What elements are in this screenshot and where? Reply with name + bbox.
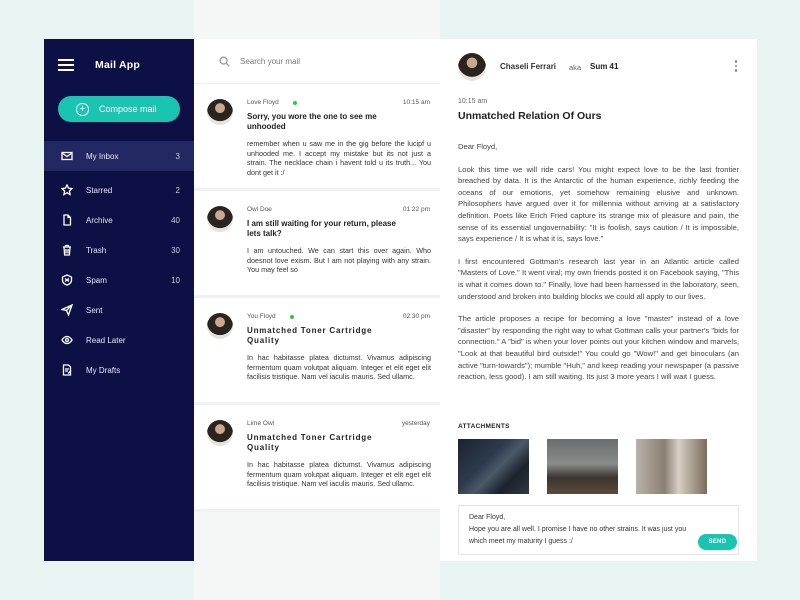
mail-subject: Sorry, you wore the one to see me unhood…: [247, 112, 377, 131]
avatar: [458, 53, 486, 81]
sidebar-item-trash[interactable]: Trash 30: [44, 235, 194, 265]
mail-sender: Owl Doe: [247, 206, 272, 213]
sidebar-item-archive[interactable]: Archive 40: [44, 205, 194, 235]
sidebar-item-label: Trash: [86, 245, 107, 255]
online-dot: [292, 100, 297, 105]
mail-time: 01:22 pm: [402, 206, 430, 213]
message-subject: Unmatched Relation Of Ours: [458, 110, 602, 122]
sidebar-item-sent[interactable]: Sent: [44, 295, 194, 325]
app-title: Mail App: [95, 59, 140, 71]
sidebar-item-starred[interactable]: Starred 2: [44, 175, 194, 205]
avatar: [207, 206, 233, 232]
more-options-icon[interactable]: [734, 60, 738, 74]
plus-icon: +: [76, 102, 89, 116]
reading-pane: Chaseli Ferrari aka Sum 41 10:15 am Unma…: [440, 39, 757, 561]
mail-snippet: In hac habitasse platea dictumst. Vivamu…: [247, 460, 431, 488]
compose-button[interactable]: + Compose mail: [58, 96, 180, 122]
trash-icon: [61, 244, 73, 256]
message-paragraph: I first encountered Gottman's research l…: [458, 256, 739, 301]
mail-sender: You Floyd: [247, 313, 276, 320]
mail-time: yesterday: [401, 420, 430, 427]
attachment-image[interactable]: [458, 439, 529, 494]
sidebar-item-label: My Drafts: [86, 365, 121, 375]
sidebar-item-label: Spam: [86, 275, 107, 285]
mail-snippet: In hac habitasse platea dictumst. Vivamu…: [247, 353, 431, 381]
list-item[interactable]: Love Floyd 10:15 am Sorry, you wore the …: [194, 84, 440, 191]
list-item[interactable]: Lime Owl yesterday Unmatched Toner Cartr…: [194, 405, 440, 512]
mail-time: 02:30 pm: [402, 313, 430, 320]
message-time: 10:15 am: [458, 98, 488, 105]
reply-box: Dear Floyd, Hope you are all well. I pro…: [458, 505, 739, 555]
menu-icon[interactable]: [58, 59, 74, 71]
mail-sender: Love Floyd: [247, 99, 279, 106]
mail-sender: Lime Owl: [247, 420, 275, 427]
sidebar-item-count: 30: [171, 245, 180, 255]
drafts-icon: [61, 364, 73, 376]
sidebar-item-spam[interactable]: Spam 10: [44, 265, 194, 295]
reply-input[interactable]: Dear Floyd, Hope you are all well. I pro…: [469, 512, 699, 550]
sidebar-item-inbox[interactable]: My Inbox 3: [44, 141, 194, 171]
list-item[interactable]: You Floyd 02:30 pm Unmatched Toner Cartr…: [194, 298, 440, 405]
compose-label: Compose mail: [99, 104, 157, 114]
sender-alias: Sum 41: [590, 62, 619, 71]
mail-snippet: I am untouched. We can start this over a…: [247, 246, 431, 274]
sidebar-nav: My Inbox 3 Starred 2 Archive 40 Trash 30…: [44, 141, 194, 385]
avatar: [207, 420, 233, 446]
sidebar-item-count: 10: [171, 275, 180, 285]
send-icon: [61, 304, 73, 316]
sidebar: Mail App + Compose mail My Inbox 3 Starr…: [44, 39, 194, 561]
message-body: Dear Floyd, Look this time we will ride …: [458, 141, 739, 394]
search-bar: [194, 39, 440, 84]
search-input[interactable]: [240, 56, 410, 66]
mail-subject: Unmatched Toner Cartridge Quality: [247, 326, 373, 345]
send-button[interactable]: SEND: [698, 534, 737, 550]
avatar: [207, 99, 233, 125]
sender-name: Chaseli Ferrari: [500, 62, 557, 71]
sidebar-item-label: Read Later: [86, 335, 126, 345]
sidebar-item-count: 40: [171, 215, 180, 225]
message-greeting: Dear Floyd,: [458, 142, 498, 151]
sidebar-item-label: Starred: [86, 185, 113, 195]
inbox-icon: [61, 150, 73, 162]
message-paragraph: Look this time we will ride cars! You mi…: [458, 164, 739, 244]
star-icon: [61, 184, 73, 196]
sidebar-item-count: 2: [175, 185, 180, 195]
attachment-image[interactable]: [636, 439, 707, 494]
eye-icon: [61, 334, 73, 346]
file-icon: [61, 214, 73, 226]
mail-subject: I am still waiting for your return, plea…: [247, 219, 396, 238]
sidebar-item-read-later[interactable]: Read Later: [44, 325, 194, 355]
sidebar-item-drafts[interactable]: My Drafts: [44, 355, 194, 385]
search-icon: [219, 55, 230, 67]
spam-icon: [61, 274, 73, 286]
message-paragraph: The article proposes a recipe for becomi…: [458, 314, 739, 382]
sidebar-item-label: Sent: [86, 305, 103, 315]
avatar: [207, 313, 233, 339]
attachments-title: ATTACHMENTS: [458, 423, 510, 430]
sidebar-item-label: Archive: [86, 215, 113, 225]
sidebar-item-label: My Inbox: [86, 151, 119, 161]
mail-list: Love Floyd 10:15 am Sorry, you wore the …: [194, 39, 440, 512]
aka-label: aka: [569, 63, 582, 72]
list-item[interactable]: Owl Doe 01:22 pm I am still waiting for …: [194, 191, 440, 298]
online-dot: [289, 314, 294, 319]
attachment-image[interactable]: [547, 439, 618, 494]
sidebar-item-count: 3: [175, 151, 180, 161]
mail-snippet: remember when u saw me in the gig before…: [247, 139, 431, 177]
mail-time: 10:15 am: [402, 99, 430, 106]
mail-subject: Unmatched Toner Cartridge Quality: [247, 433, 373, 452]
